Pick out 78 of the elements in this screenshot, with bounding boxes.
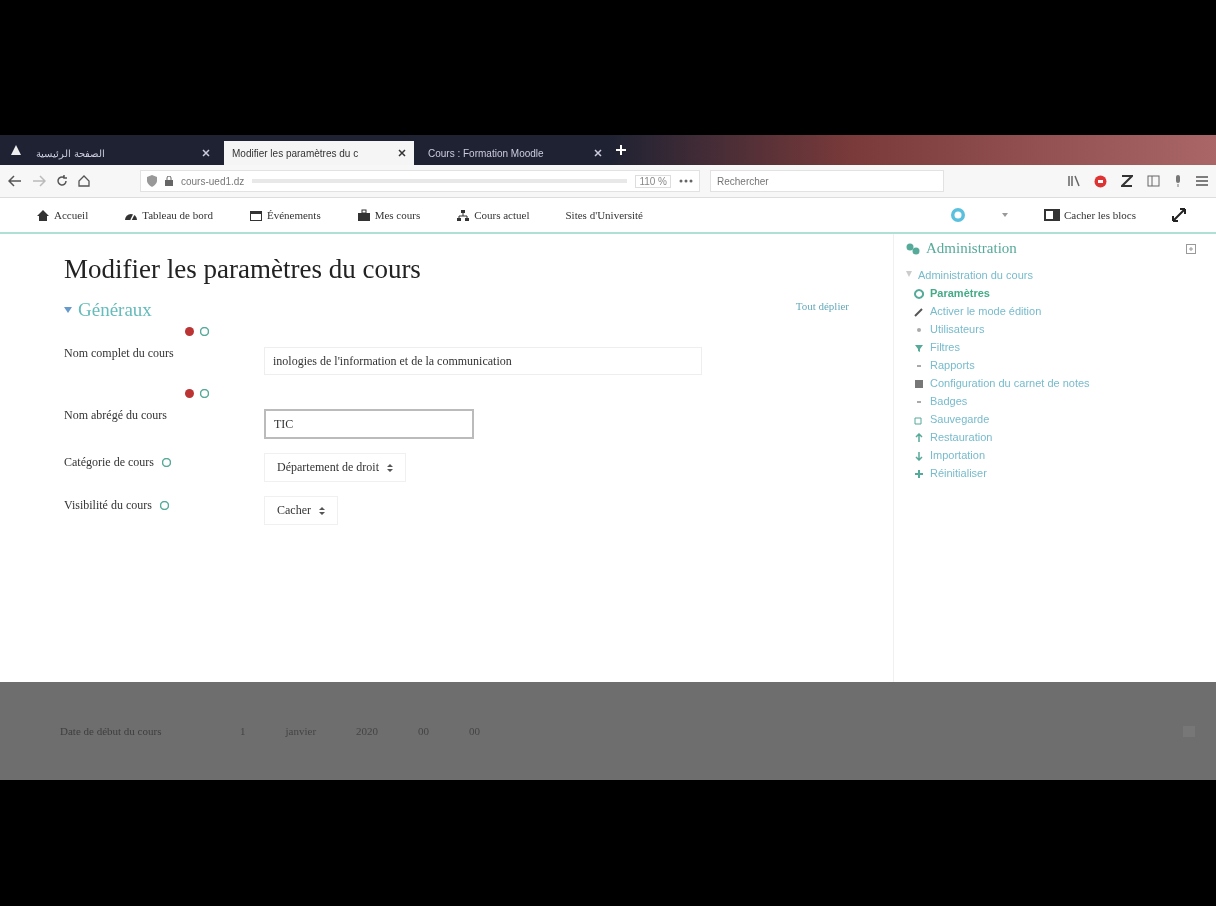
caret-icon xyxy=(319,506,325,515)
expand-all-link[interactable]: Tout déplier xyxy=(795,300,849,312)
browser-tab[interactable]: Modifier les paramètres du c xyxy=(224,141,414,165)
dock-icon xyxy=(1186,243,1196,254)
caret-icon xyxy=(1001,213,1008,217)
help-icon xyxy=(200,389,209,398)
dropdown[interactable]: Cacher xyxy=(264,496,338,525)
shield-icon xyxy=(147,175,157,187)
help-icon xyxy=(159,500,169,510)
blocks-icon xyxy=(1043,209,1060,221)
nav-link[interactable]: Accueil xyxy=(36,208,89,222)
search-field[interactable]: Rechercher xyxy=(710,170,944,192)
caret-icon xyxy=(64,307,72,313)
library-icon xyxy=(1068,175,1080,187)
nav-link[interactable]: Événements xyxy=(248,208,321,222)
nav-link[interactable]: Cours actuel xyxy=(456,208,530,222)
required-icon xyxy=(185,327,194,336)
close-icon xyxy=(594,149,602,157)
home-icon xyxy=(78,175,90,187)
microphone-icon xyxy=(1174,175,1182,187)
field-label: Nom complet du cours xyxy=(64,345,174,362)
admin-menu-item[interactable]: Administration du cours xyxy=(918,269,1033,281)
admin-menu-item[interactable]: Filtres xyxy=(930,341,960,353)
nav-link[interactable]: Tableau de bord xyxy=(124,208,213,222)
menu-icon xyxy=(1196,176,1208,186)
admin-menu-item[interactable]: Utilisateurs xyxy=(930,323,985,335)
text-field[interactable]: TIC xyxy=(264,409,474,439)
gears-icon xyxy=(906,242,920,255)
required-icon xyxy=(185,389,194,398)
dropdown[interactable]: Département de droit xyxy=(264,453,406,482)
help-icon xyxy=(161,457,171,467)
admin-menu-item[interactable]: Paramètres xyxy=(930,287,990,299)
admin-menu-item[interactable]: Configuration du carnet de notes xyxy=(930,377,1090,389)
zoom-level[interactable]: 110 % xyxy=(635,174,671,188)
extension-icon xyxy=(1121,175,1133,187)
section-header[interactable]: Généraux xyxy=(64,299,152,321)
briefcase-icon xyxy=(356,208,371,222)
field-label: Visibilité du cours xyxy=(64,497,152,514)
browser-tab[interactable]: Cours : Formation Moodle xyxy=(420,141,610,165)
user-avatar-icon xyxy=(949,207,966,223)
admin-menu-item[interactable]: Restauration xyxy=(930,431,993,443)
caret-icon xyxy=(386,463,393,472)
menu-item-icon xyxy=(914,433,924,443)
admin-menu-item[interactable]: Badges xyxy=(930,395,968,407)
alert-icon xyxy=(10,144,22,156)
help-icon xyxy=(200,327,209,336)
sitemap-icon xyxy=(456,208,471,222)
nav-link[interactable]: Sites d'Université xyxy=(565,209,643,221)
lock-icon xyxy=(165,176,173,186)
expand-icon xyxy=(1172,208,1186,222)
forward-icon xyxy=(32,175,46,187)
admin-menu-item[interactable]: Importation xyxy=(930,449,986,461)
block-title: Administration xyxy=(926,240,1017,257)
sidebar-icon xyxy=(1147,175,1160,187)
reload-icon xyxy=(56,175,68,187)
stop-icon xyxy=(1094,174,1107,188)
caret-icon xyxy=(906,271,912,277)
admin-menu-item[interactable]: Réinitialiser xyxy=(930,467,987,479)
menu-item-icon xyxy=(914,469,924,479)
admin-menu-item[interactable]: Rapports xyxy=(930,359,975,371)
nav-link[interactable]: Mes cours xyxy=(356,208,421,222)
field-label: Catégorie de cours xyxy=(64,454,154,471)
url-text: cours-ued1.dz xyxy=(181,175,245,187)
page-title: Modifier les paramètres du cours xyxy=(64,254,422,285)
close-icon xyxy=(202,149,210,157)
field-label: Nom abrégé du cours xyxy=(64,407,167,424)
hide-blocks-link[interactable]: Cacher les blocs xyxy=(1043,209,1136,221)
more-icon xyxy=(679,179,693,183)
home-icon xyxy=(36,208,50,222)
browser-tab[interactable]: الصفحة الرئيسية xyxy=(28,141,218,165)
admin-menu-item[interactable]: Sauvegarde xyxy=(930,413,990,425)
menu-item-icon xyxy=(914,451,924,461)
back-icon xyxy=(8,175,22,187)
address-bar[interactable]: cours-ued1.dz 110 % xyxy=(140,170,700,192)
admin-menu-item[interactable]: Activer le mode édition xyxy=(930,305,1042,317)
text-field[interactable]: inologies de l'information et de la communication xyxy=(264,347,702,375)
close-icon xyxy=(398,149,406,157)
plus-icon xyxy=(616,145,626,155)
